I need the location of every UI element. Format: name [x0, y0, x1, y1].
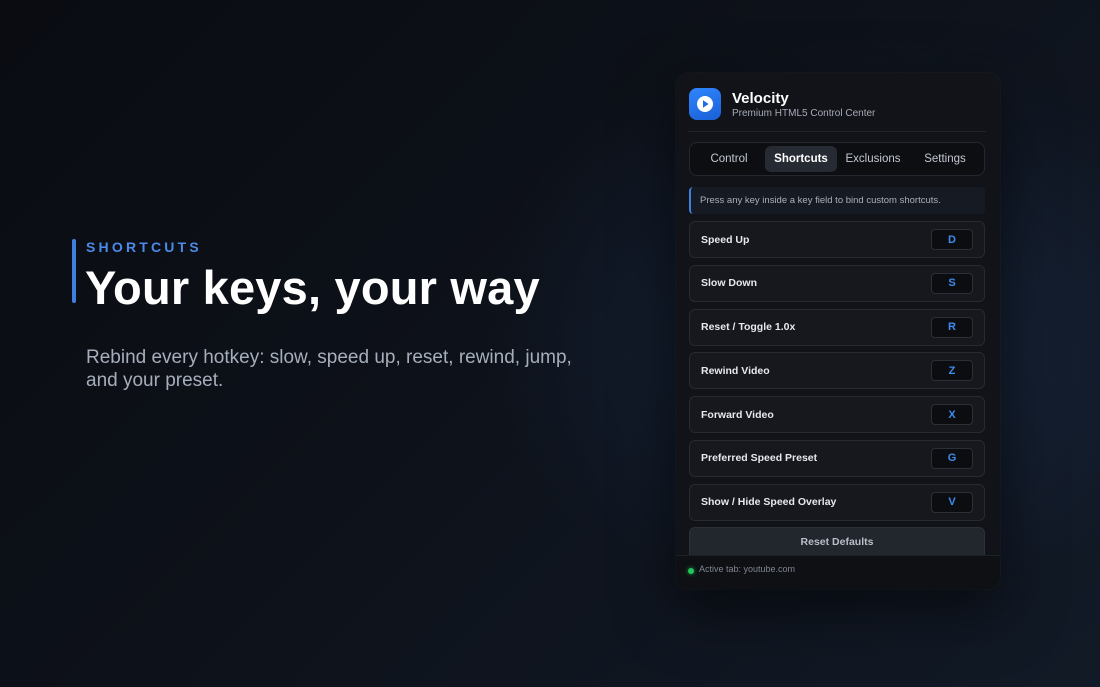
- shortcut-row-rewind: Rewind Video Z: [689, 352, 985, 390]
- popup-footer: Active tab: youtube.com: [676, 555, 1000, 589]
- key-field-rewind[interactable]: Z: [931, 360, 973, 382]
- app-logo: [689, 88, 721, 120]
- tab-exclusions[interactable]: Exclusions: [837, 146, 909, 172]
- shortcut-row-forward: Forward Video X: [689, 396, 985, 434]
- tab-shortcuts[interactable]: Shortcuts: [765, 146, 837, 172]
- shortcut-label: Rewind Video: [701, 364, 770, 377]
- key-field-speed-up[interactable]: D: [931, 229, 973, 250]
- hero-description: Rebind every hotkey: slow, speed up, res…: [86, 347, 572, 391]
- status-dot-icon: [688, 568, 694, 574]
- key-field-reset[interactable]: R: [931, 316, 973, 338]
- reset-defaults-button[interactable]: Reset Defaults: [689, 527, 985, 557]
- play-icon: [697, 96, 713, 112]
- shortcut-label: Speed Up: [701, 233, 750, 246]
- shortcut-row-preset: Preferred Speed Preset G: [689, 439, 985, 477]
- tab-control[interactable]: Control: [693, 146, 765, 172]
- key-field-preset[interactable]: G: [931, 447, 973, 469]
- shortcut-label: Show / Hide Speed Overlay: [701, 496, 837, 509]
- app-title: Velocity: [732, 90, 789, 107]
- shortcut-row-reset: Reset / Toggle 1.0x R: [689, 308, 985, 346]
- hero-accent-bar: [72, 239, 76, 303]
- hero-eyebrow: SHORTCUTS: [86, 239, 202, 255]
- shortcut-list: Speed Up D Slow Down S Reset / Toggle 1.…: [689, 221, 985, 528]
- extension-popup: Velocity Premium HTML5 Control Center Co…: [676, 73, 1000, 589]
- shortcut-row-speed-up: Speed Up D: [689, 221, 985, 258]
- shortcut-label: Forward Video: [701, 408, 774, 421]
- hero-title: Your keys, your way: [85, 261, 540, 314]
- key-field-forward[interactable]: X: [931, 404, 973, 426]
- shortcut-row-slow-down: Slow Down S: [689, 264, 985, 302]
- app-subtitle: Premium HTML5 Control Center: [732, 108, 876, 119]
- shortcut-label: Reset / Toggle 1.0x: [701, 321, 796, 334]
- active-tab-status: Active tab: youtube.com: [699, 564, 796, 574]
- tab-settings[interactable]: Settings: [909, 146, 981, 172]
- popup-header: Velocity Premium HTML5 Control Center: [688, 73, 986, 132]
- shortcut-label: Preferred Speed Preset: [701, 452, 818, 465]
- key-field-slow-down[interactable]: S: [931, 272, 973, 294]
- tab-bar: Control Shortcuts Exclusions Settings: [689, 142, 985, 176]
- shortcut-label: Slow Down: [701, 277, 757, 290]
- shortcut-row-overlay: Show / Hide Speed Overlay V: [689, 483, 985, 521]
- info-banner: Press any key inside a key field to bind…: [689, 187, 985, 214]
- key-field-overlay[interactable]: V: [931, 491, 973, 513]
